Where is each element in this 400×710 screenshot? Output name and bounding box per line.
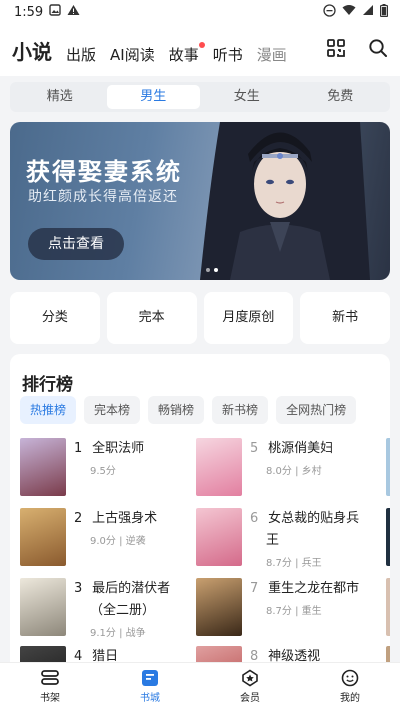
scan-icon[interactable] <box>326 38 346 62</box>
photo-notification-icon <box>49 4 61 20</box>
category-shortcuts: 分类 完本 月度原创 新书 <box>10 292 390 344</box>
chip-bestseller[interactable]: 畅销榜 <box>148 396 205 424</box>
book-meta: 8.0分 | 乡村 <box>266 466 322 477</box>
book-title: 重生之龙在都市 <box>268 581 360 596</box>
tab-novel[interactable]: 小说 <box>12 36 52 65</box>
book-meta: 9.5分 <box>90 466 116 477</box>
book-cover <box>20 508 66 566</box>
book-title: 上古强身术 <box>92 511 158 526</box>
book-cover <box>196 438 242 496</box>
completed-button[interactable]: 完本 <box>106 292 197 344</box>
book-meta: 9.0分 | 逆袭 <box>90 536 146 547</box>
nav-member[interactable]: 会员 <box>200 663 300 710</box>
warning-icon <box>67 4 80 20</box>
ranking-section: 排行榜 热推榜 完本榜 畅销榜 新书榜 全网热门榜 1 全职法师 9.5分 2 … <box>10 354 390 674</box>
book-title: 女总裁的贴身兵 <box>268 511 360 526</box>
book-meta: 9.1分 | 战争 <box>90 628 146 639</box>
book-rank: 5 <box>250 441 259 456</box>
next-column-cover <box>386 438 390 496</box>
tab-label: 出版 <box>66 45 97 64</box>
nav-bookshelf[interactable]: 书架 <box>0 663 100 710</box>
tab-publish[interactable]: 出版 <box>66 44 96 65</box>
promo-banner[interactable]: 获得娶妻系统 助红颜成长得高倍返还 点击查看 <box>10 122 390 280</box>
signal-icon <box>362 4 374 20</box>
book-item[interactable]: 3 最后的潜伏者 （全二册） 9.1分 | 战争 <box>20 578 186 639</box>
monthly-original-button[interactable]: 月度原创 <box>203 292 294 344</box>
book-rank: 3 <box>74 581 83 596</box>
tab-label: 漫画 <box>256 45 287 64</box>
ranking-chip-row: 热推榜 完本榜 畅销榜 新书榜 全网热门榜 <box>20 396 357 424</box>
next-column-cover <box>386 508 390 566</box>
nav-label: 书架 <box>40 693 60 704</box>
search-icon[interactable] <box>368 38 388 62</box>
banner-character-illustration <box>200 122 370 280</box>
tab-label: 听书 <box>212 45 243 64</box>
nav-label: 书城 <box>140 693 160 704</box>
nav-label: 会员 <box>240 693 260 704</box>
ranking-title: 排行榜 <box>22 375 73 395</box>
banner-subtitle: 助红颜成长得高倍返还 <box>28 189 178 205</box>
dnd-icon <box>323 3 336 21</box>
segment-featured[interactable]: 精选 <box>13 85 107 109</box>
nav-profile[interactable]: 我的 <box>300 663 400 710</box>
book-title-line2: 王 <box>266 533 280 548</box>
tab-audiobook[interactable]: 听书 <box>213 44 243 65</box>
next-column-cover <box>386 578 390 636</box>
book-meta: 8.7分 | 重生 <box>266 606 322 617</box>
battery-icon <box>379 3 389 21</box>
tab-label: 故事 <box>168 45 199 64</box>
chip-hot[interactable]: 热推榜 <box>20 396 77 424</box>
book-cover <box>196 508 242 566</box>
book-rank: 7 <box>250 581 259 596</box>
book-rank: 2 <box>74 511 83 526</box>
segment-free[interactable]: 免费 <box>294 85 388 109</box>
new-books-button[interactable]: 新书 <box>300 292 390 344</box>
top-navigation: 小说 出版 AI阅读 故事 听书 漫画 <box>0 24 400 76</box>
banner-view-button[interactable]: 点击查看 <box>28 228 124 260</box>
book-meta: 8.7分 | 兵王 <box>266 558 322 569</box>
member-icon <box>242 669 258 687</box>
book-rank: 6 <box>250 511 259 526</box>
book-cover <box>20 578 66 636</box>
segment-female[interactable]: 女生 <box>200 85 294 109</box>
profile-icon <box>341 669 359 687</box>
book-item[interactable]: 2 上古强身术 9.0分 | 逆袭 <box>20 508 186 566</box>
nav-bookstore[interactable]: 书城 <box>100 663 200 710</box>
segment-male[interactable]: 男生 <box>106 85 200 109</box>
book-title-line2: （全二册） <box>90 603 156 618</box>
book-cover <box>196 578 242 636</box>
book-title: 全职法师 <box>92 441 145 456</box>
chip-network-hot[interactable]: 全网热门榜 <box>276 396 357 424</box>
tab-story[interactable]: 故事 <box>168 41 205 65</box>
book-rank: 1 <box>74 441 83 456</box>
bottom-navigation: 书架 书城 会员 我的 <box>0 662 400 710</box>
book-item[interactable]: 5 桃源俏美妇 8.0分 | 乡村 <box>196 438 362 496</box>
tab-label: 小说 <box>12 39 52 64</box>
book-item[interactable]: 6 女总裁的贴身兵 王 8.7分 | 兵王 <box>196 508 362 569</box>
book-title: 桃源俏美妇 <box>268 441 334 456</box>
gender-segment-bar: 精选 男生 女生 免费 <box>10 82 390 112</box>
book-title: 最后的潜伏者 <box>92 581 171 596</box>
category-button[interactable]: 分类 <box>10 292 100 344</box>
carousel-indicator <box>206 268 218 272</box>
book-item[interactable]: 7 重生之龙在都市 8.7分 | 重生 <box>196 578 362 636</box>
chip-completed[interactable]: 完本榜 <box>84 396 141 424</box>
notification-dot <box>198 41 205 48</box>
book-cover <box>20 438 66 496</box>
banner-title: 获得娶妻系统 <box>26 158 182 186</box>
nav-label: 我的 <box>340 693 360 704</box>
tab-label: AI阅读 <box>110 45 155 64</box>
bookstore-icon <box>142 670 158 686</box>
chip-new[interactable]: 新书榜 <box>212 396 269 424</box>
tab-ai-reading[interactable]: AI阅读 <box>110 44 155 65</box>
book-item[interactable]: 1 全职法师 9.5分 <box>20 438 186 496</box>
status-time: 1:59 <box>14 4 44 20</box>
status-bar: 1:59 <box>0 0 400 24</box>
wifi-icon <box>342 4 356 20</box>
bookshelf-icon <box>41 670 59 685</box>
tab-comics[interactable]: 漫画 <box>257 44 287 65</box>
